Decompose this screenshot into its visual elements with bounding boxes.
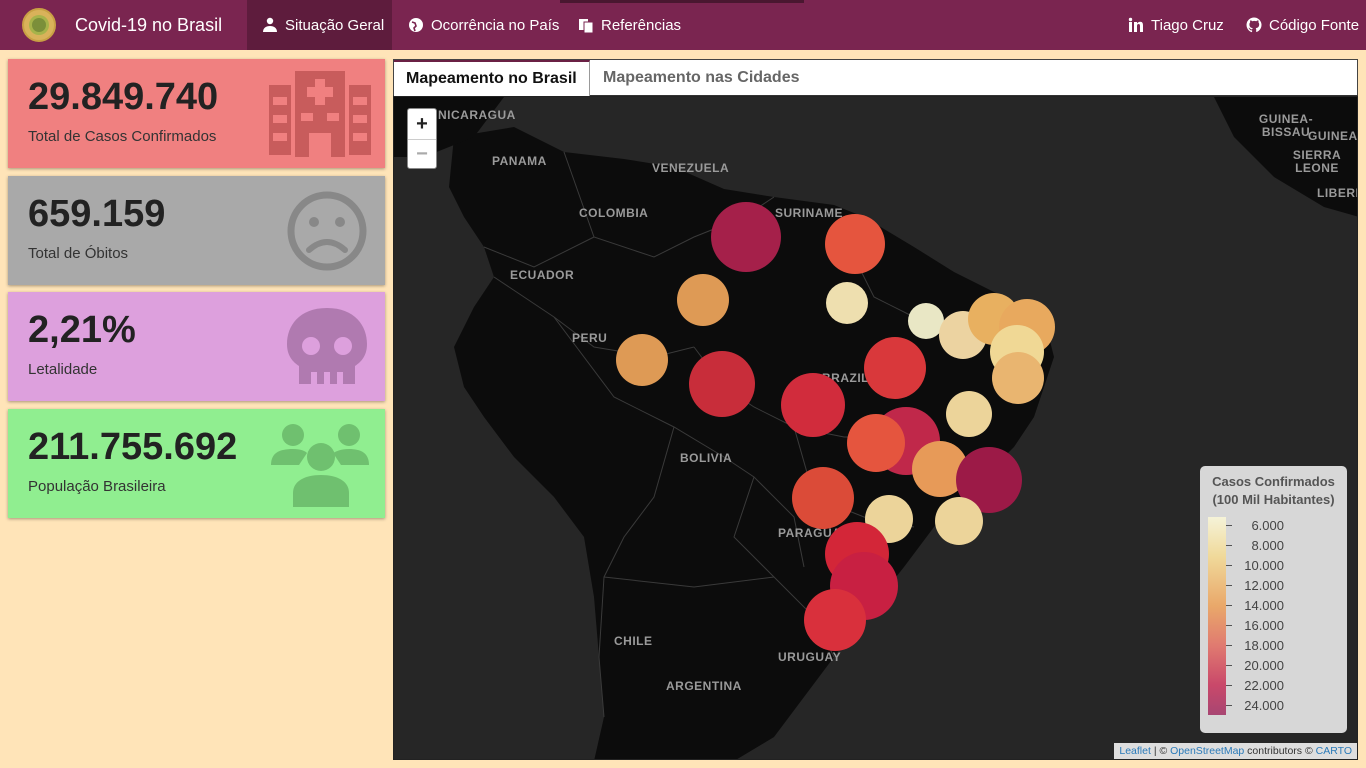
nav-label: Tiago Cruz [1151, 16, 1224, 34]
nav-label: Situação Geral [285, 16, 385, 34]
map-label: BOLIVIA [680, 451, 733, 465]
map-label: ECUADOR [510, 268, 575, 282]
nav-label: Código Fonte [1269, 16, 1360, 34]
state-bubble[interactable] [804, 589, 866, 651]
state-bubble[interactable] [711, 202, 781, 272]
legend-title: Casos Confirmados (100 Mil Habitantes) [1200, 473, 1347, 509]
map-label: GUINEA [1308, 129, 1358, 143]
legend-gradient [1208, 517, 1226, 715]
confirmed-cases-box: 29.849.740 Total de Casos Confirmados [8, 59, 385, 168]
deaths-value: 659.159 [28, 193, 166, 235]
zoom-out-button[interactable]: − [408, 139, 436, 169]
tab-bar: Mapeamento no Brasil Mapeamento nas Cida… [393, 59, 1358, 96]
nav-referencias[interactable]: Referências [578, 0, 681, 50]
legend-tick: 6.000 [1251, 518, 1284, 533]
legend-title-line2: (100 Mil Habitantes) [1212, 492, 1335, 507]
copy-icon [579, 19, 594, 33]
deaths-label: Total de Óbitos [28, 245, 129, 262]
map-label: NICARAGUA [438, 108, 516, 122]
legend-tick: 14.000 [1244, 598, 1284, 613]
state-bubble[interactable] [864, 337, 926, 399]
legend-tick: 20.000 [1244, 658, 1284, 673]
leaflet-link[interactable]: Leaflet [1119, 745, 1151, 757]
map-label: PANAMA [492, 154, 547, 168]
user-md-icon [263, 17, 277, 32]
state-bubble[interactable] [992, 352, 1044, 404]
covid-logo-icon [22, 8, 56, 42]
state-bubble[interactable] [689, 351, 755, 417]
globe-icon [409, 18, 423, 32]
nav-ocorrencia-no-pais[interactable]: Ocorrência no País [408, 0, 559, 50]
state-bubble[interactable] [792, 467, 854, 529]
github-icon [1246, 17, 1262, 33]
map-panel: Mapeamento no Brasil Mapeamento nas Cida… [393, 59, 1358, 760]
state-bubble[interactable] [616, 334, 668, 386]
legend-tick: 22.000 [1244, 678, 1284, 693]
state-bubble[interactable] [825, 214, 885, 274]
deaths-box: 659.159 Total de Óbitos [8, 176, 385, 285]
map-label: URUGUAY [778, 650, 842, 664]
map-label: ARGENTINA [666, 679, 742, 693]
tab-mapeamento-brasil[interactable]: Mapeamento no Brasil [394, 60, 590, 96]
app-title: Covid-19 no Brasil [75, 15, 223, 35]
map-label: VENEZUELA [652, 161, 730, 175]
attribution-contributors: contributors © [1244, 745, 1316, 757]
map-label: CHILE [614, 634, 653, 648]
legend-tick: 18.000 [1244, 638, 1284, 653]
state-bubble[interactable] [677, 274, 729, 326]
legend-tick: 24.000 [1244, 698, 1284, 713]
skull-icon [269, 304, 371, 390]
state-bubble[interactable] [781, 373, 845, 437]
lethality-value: 2,21% [28, 309, 136, 351]
legend-tick: 8.000 [1251, 538, 1284, 553]
legend-tick: 12.000 [1244, 578, 1284, 593]
state-bubble[interactable] [826, 282, 868, 324]
nav-situacao-geral[interactable]: Situação Geral [247, 0, 392, 50]
sad-face-icon [269, 188, 371, 274]
map-label: COLOMBIA [579, 206, 649, 220]
map-label: LIBERIA [1317, 186, 1357, 200]
lethality-box: 2,21% Letalidade [8, 292, 385, 401]
legend-tick: 16.000 [1244, 618, 1284, 633]
legend-title-line1: Casos Confirmados [1212, 474, 1335, 489]
state-bubble[interactable] [847, 414, 905, 472]
nav-codigo-fonte-link[interactable]: Código Fonte [1246, 0, 1359, 50]
nav-tiago-cruz-link[interactable]: Tiago Cruz [1128, 0, 1224, 50]
osm-link[interactable]: OpenStreetMap [1170, 745, 1244, 757]
zoom-control: + − [407, 108, 437, 169]
map-label: SIERRA LEONE [1292, 148, 1342, 175]
state-bubble[interactable] [935, 497, 983, 545]
map-label: SURINAME [775, 206, 844, 220]
attribution-sep: | © [1150, 745, 1171, 757]
population-label: População Brasileira [28, 478, 166, 495]
map-label: PERU [572, 331, 608, 345]
legend-tick: 10.000 [1244, 558, 1284, 573]
carto-link[interactable]: CARTO [1316, 745, 1352, 757]
population-value: 211.755.692 [28, 426, 238, 468]
population-box: 211.755.692 População Brasileira [8, 409, 385, 518]
lethality-label: Letalidade [28, 361, 98, 378]
nav-label: Ocorrência no País [431, 16, 560, 34]
linkedin-icon [1128, 17, 1143, 32]
nav-indicator [560, 0, 804, 3]
nav-label: Referências [601, 16, 682, 34]
state-bubble[interactable] [946, 391, 992, 437]
map-attribution: Leaflet | © OpenStreetMap contributors ©… [1114, 743, 1357, 759]
leaflet-map[interactable]: + − NICARAGUA PANAMA VENEZUELA SURINAME … [393, 96, 1358, 760]
tab-mapeamento-cidades[interactable]: Mapeamento nas Cidades [591, 60, 812, 96]
users-icon [269, 421, 371, 507]
confirmed-cases-value: 29.849.740 [28, 76, 219, 118]
hospital-icon [269, 71, 371, 157]
zoom-in-button[interactable]: + [408, 109, 436, 139]
map-legend: Casos Confirmados (100 Mil Habitantes) 6… [1200, 466, 1347, 733]
top-navbar: Covid-19 no Brasil Situação Geral Ocorrê… [0, 0, 1366, 50]
confirmed-cases-label: Total de Casos Confirmados [28, 128, 217, 145]
